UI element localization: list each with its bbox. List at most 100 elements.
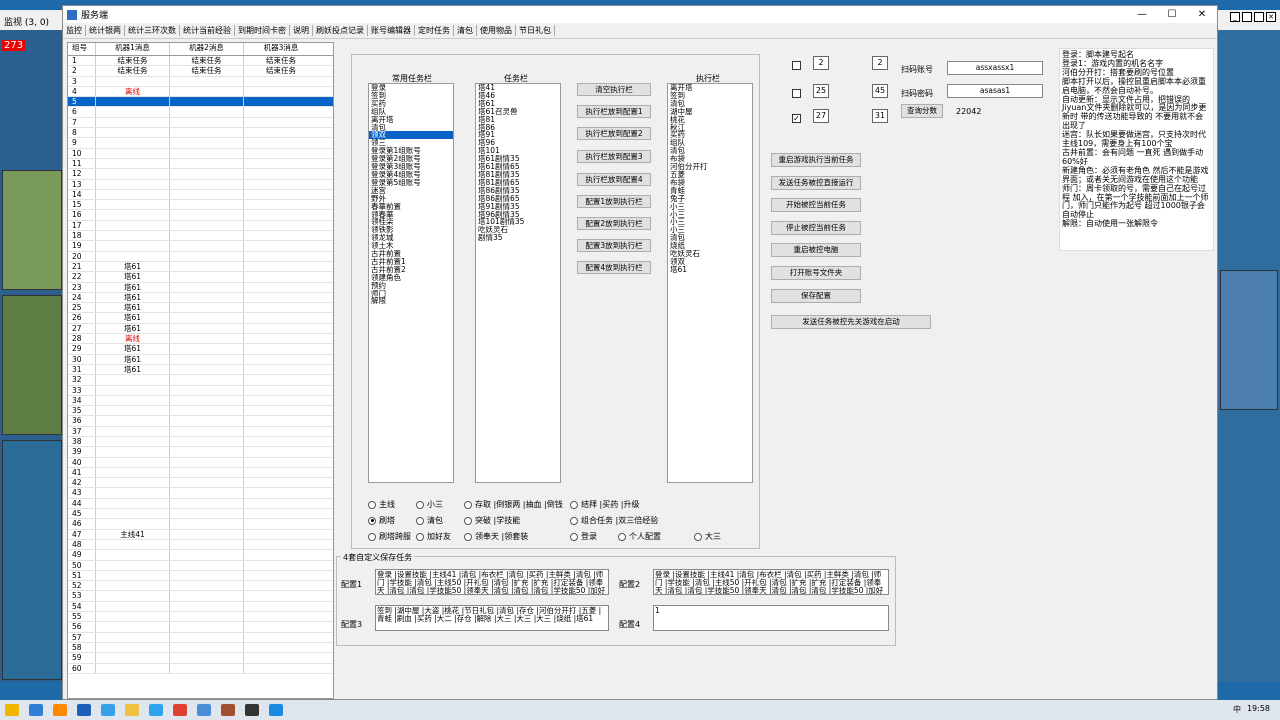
table-row[interactable]: 40 [68, 457, 333, 468]
outer-maximize-icon[interactable] [1242, 12, 1252, 22]
game-thumbnail[interactable] [2, 170, 62, 290]
app-taskbar-icon[interactable] [221, 704, 235, 716]
menu-item[interactable]: 定时任务 [415, 25, 454, 36]
table-row[interactable]: 30 塔61 [68, 354, 333, 365]
table-row[interactable]: 34 [68, 395, 333, 407]
task-radio[interactable]: 大三 [694, 531, 721, 542]
table-row[interactable]: 1 结束任务 结束任务 结束任务 [68, 56, 333, 67]
transfer-button[interactable]: 配置4放到执行栏 [577, 261, 651, 274]
send-task-run-button[interactable]: 发送任务被控直接运行 [771, 176, 861, 190]
table-row[interactable]: 45 [68, 509, 333, 520]
row-3-b[interactable]: 31 [872, 109, 888, 123]
row-checkbox-2[interactable] [792, 89, 801, 98]
outer-restore-icon[interactable] [1254, 12, 1264, 22]
table-row[interactable]: 29 塔61 [68, 344, 333, 355]
table-row[interactable]: 4 离线 [68, 86, 333, 98]
table-row[interactable]: 28 离线 [68, 334, 333, 345]
menu-item[interactable]: 刷妖投点记录 [313, 25, 368, 36]
game-thumbnail[interactable] [1220, 270, 1278, 410]
menu-item[interactable]: 账号编辑器 [368, 25, 415, 36]
config-3-field[interactable]: 签到 |湖中屋 |大盗 |桃花 |节日礼包 |清包 |存仓 |河伯分开打 |五菱… [375, 605, 609, 631]
game-thumbnail[interactable] [2, 295, 62, 435]
row-1-b[interactable]: 2 [872, 56, 888, 70]
transfer-button[interactable]: 配置2放到执行栏 [577, 217, 651, 230]
table-row[interactable]: 20 [68, 251, 333, 262]
table-row[interactable]: 22 塔61 [68, 272, 333, 283]
table-row[interactable]: 3 [68, 76, 333, 87]
table-row[interactable]: 10 [68, 148, 333, 159]
table-row[interactable]: 16 [68, 210, 333, 221]
menu-item[interactable]: 到期时间卡密 [235, 25, 290, 36]
table-row[interactable]: 56 [68, 622, 333, 633]
save-config-button[interactable]: 保存配置 [771, 289, 861, 303]
table-row[interactable]: 38 [68, 436, 333, 448]
input-language[interactable]: 中 [1233, 704, 1241, 715]
menu-item[interactable]: 监控 [63, 25, 86, 36]
table-row[interactable]: 33 [68, 385, 333, 396]
table-row[interactable]: 59 [68, 653, 333, 664]
transfer-button[interactable]: 清空执行栏 [577, 83, 651, 96]
app-taskbar-icon[interactable] [77, 704, 91, 716]
table-row[interactable]: 55 [68, 612, 333, 623]
task-radio[interactable]: 清包 [416, 515, 443, 526]
menu-item[interactable]: 说明 [290, 25, 313, 36]
row-3-a[interactable]: 27 [813, 109, 829, 123]
table-row[interactable]: 21 塔61 [68, 261, 333, 273]
exec-list[interactable]: 离开塔 签到 清包 湖中屋 桃花 秋江 买药 组队 清包 布袋 河伯分开打 五菱 布袋 青蛙 兔子 小三 小三小… [667, 83, 753, 483]
task-radio[interactable]: 存取 |倒银两 |抽血 |倒钱 [464, 499, 563, 510]
terminal-icon[interactable] [245, 704, 259, 716]
table-row[interactable]: 19 [68, 241, 333, 252]
task-radio[interactable]: 个人配置 [618, 531, 661, 542]
table-row[interactable]: 14 [68, 189, 333, 201]
table-row[interactable]: 18 [68, 231, 333, 242]
table-row[interactable]: 35 [68, 406, 333, 417]
start-task-button[interactable]: 开始被控当前任务 [771, 198, 861, 212]
table-row[interactable]: 23 塔61 [68, 282, 333, 293]
table-row[interactable]: 54 [68, 601, 333, 613]
task-radio[interactable]: 刷塔跨服 [368, 531, 411, 542]
game-thumbnail[interactable] [2, 440, 62, 680]
table-row[interactable]: 49 [68, 550, 333, 561]
clock[interactable]: 19:58 [1247, 704, 1270, 715]
outer-close-icon[interactable]: ✕ [1266, 12, 1276, 22]
row-checkbox-1[interactable] [792, 61, 801, 70]
table-row[interactable]: 58 [68, 642, 333, 654]
browser-icon[interactable] [173, 704, 187, 716]
table-row[interactable]: 48 [68, 539, 333, 551]
start-icon[interactable] [5, 704, 19, 716]
transfer-button[interactable]: 执行栏放到配置1 [577, 105, 651, 118]
task-list[interactable]: 塔41 塔46 塔61 塔61召灵兽 塔81 塔86 塔91 塔96 塔101 塔61剧情35 塔6… [475, 83, 561, 483]
group-message-grid[interactable]: 组号 机器1消息 机器2消息 机器3消息 1 结束任务 结束任务 结束任务 2 结束任务结… [67, 42, 334, 699]
table-row[interactable]: 15 [68, 200, 333, 211]
menu-item[interactable]: 节日礼包 [516, 25, 555, 36]
list-item[interactable]: 塔61 [668, 265, 752, 274]
table-row[interactable]: 9 [68, 138, 333, 149]
table-row[interactable]: 17 [68, 220, 333, 232]
task-radio[interactable]: 小三 [416, 499, 443, 510]
minimize-button[interactable]: — [1127, 6, 1157, 23]
table-row[interactable]: 39 [68, 447, 333, 458]
menu-item[interactable]: 使用物品 [477, 25, 516, 36]
table-row[interactable]: 41 [68, 467, 333, 479]
row-1-a[interactable]: 2 [813, 56, 829, 70]
query-score-button[interactable]: 查询分数 [901, 104, 943, 118]
table-row[interactable]: 13 [68, 179, 333, 190]
common-task-list[interactable]: 登录 签到 买药 组队 离开塔 清包 领双 领三 登录第1组账号 登录第2组账号 登录第3组账号 登录… [368, 83, 454, 483]
task-radio[interactable]: 结拜 |买药 |升级 [570, 499, 639, 510]
list-item[interactable]: 解限 [369, 297, 453, 305]
table-row[interactable]: 53 [68, 591, 333, 602]
table-row[interactable]: 24 塔61 [68, 292, 333, 304]
transfer-button[interactable]: 执行栏放到配置4 [577, 173, 651, 186]
table-row[interactable]: 44 [68, 498, 333, 510]
task-radio[interactable]: 组合任务 |双三倍经验 [570, 515, 658, 526]
password-input[interactable]: asasas1 [947, 84, 1043, 98]
table-row[interactable]: 11 [68, 158, 333, 170]
outer-minimize-icon[interactable]: _ [1230, 12, 1240, 22]
task-radio[interactable]: 主线 [368, 499, 395, 510]
table-row[interactable]: 43 [68, 488, 333, 499]
task-radio[interactable]: 加好友 [416, 531, 451, 542]
config-2-field[interactable]: 登录 |设置技能 |主线41 |清包 |布衣栏 |清包 |买药 |主鲜类 |清包… [653, 569, 889, 595]
table-row[interactable]: 32 [68, 375, 333, 386]
app-taskbar-icon[interactable] [269, 704, 283, 716]
folder-icon[interactable] [125, 704, 139, 716]
